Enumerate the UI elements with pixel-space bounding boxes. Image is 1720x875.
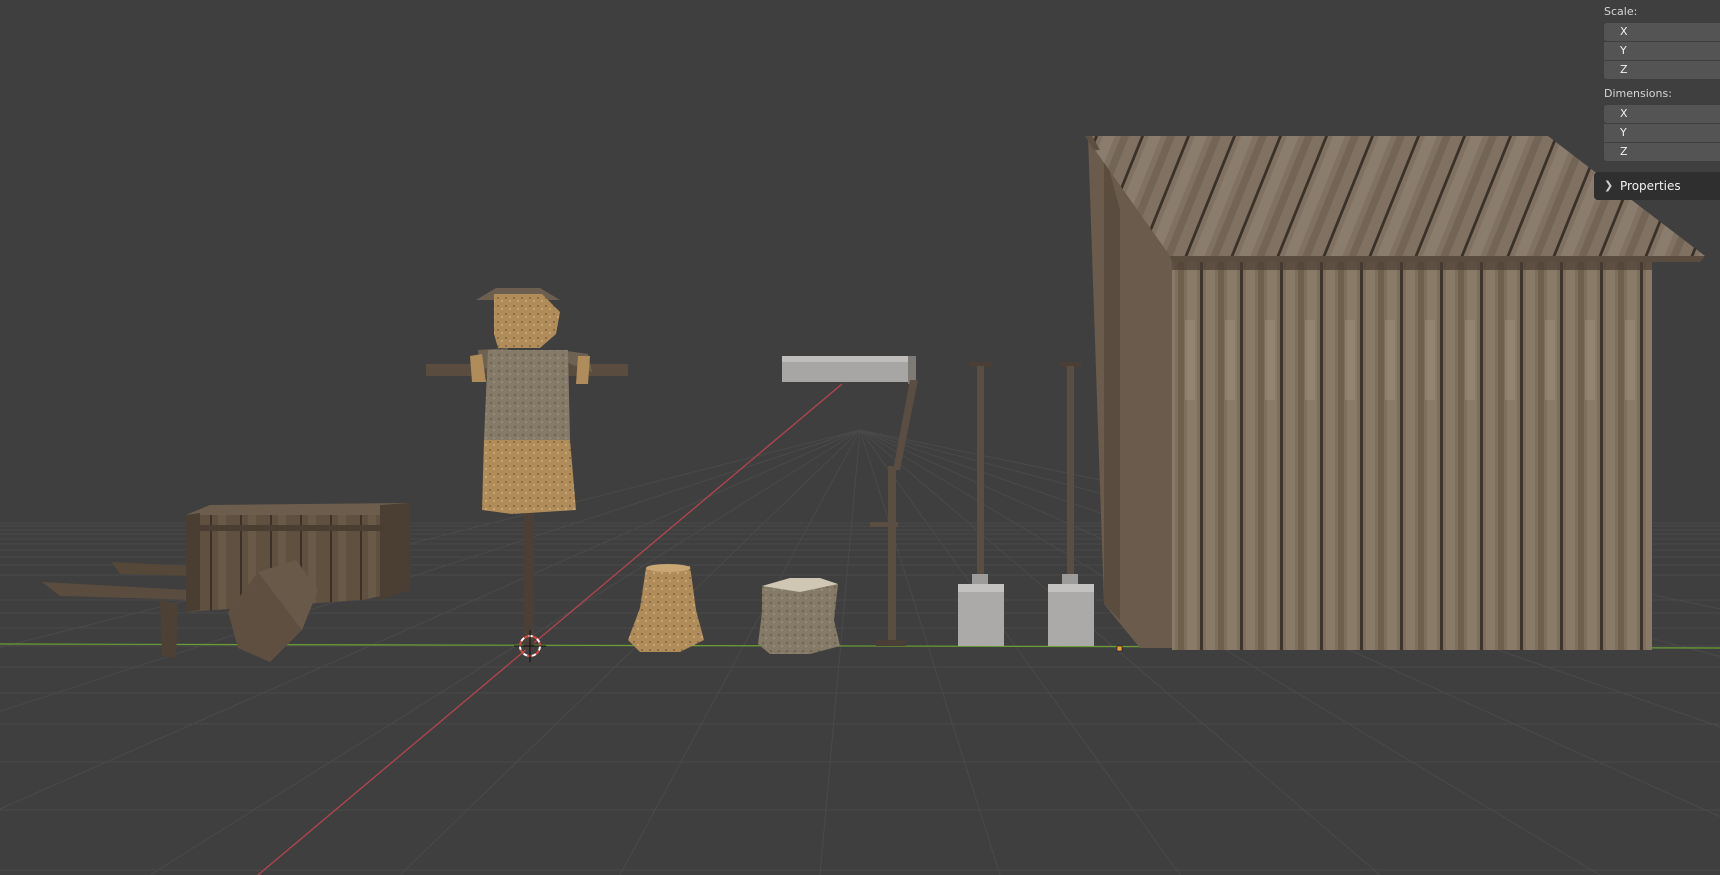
scale-z-field[interactable]: Z	[1604, 61, 1720, 79]
grain-sack-small[interactable]	[628, 564, 704, 652]
shovel-right[interactable]	[1048, 362, 1094, 646]
wooden-shed[interactable]	[1085, 136, 1705, 650]
dimensions-label: Dimensions:	[1604, 87, 1672, 100]
object-origin[interactable]	[1116, 645, 1123, 652]
3d-viewport[interactable]	[0, 0, 1720, 875]
properties-label: Properties	[1620, 179, 1681, 193]
shovel-left[interactable]	[958, 362, 1004, 646]
chevron-right-icon: ❯	[1604, 179, 1614, 192]
sidebar-n-panel: Scale: X Y Z Dimensions: X Y Z ❯ Propert…	[1594, 0, 1720, 210]
scale-x-field[interactable]: X	[1604, 23, 1720, 41]
wheelbarrow[interactable]	[42, 503, 410, 662]
grain-sack-open[interactable]	[758, 578, 840, 654]
scarecrow[interactable]	[426, 288, 628, 650]
3d-cursor-icon[interactable]	[514, 630, 546, 662]
dimensions-z-field[interactable]: Z	[1604, 143, 1720, 161]
scale-y-field[interactable]: Y	[1604, 42, 1720, 60]
dimensions-x-field[interactable]: X	[1604, 105, 1720, 123]
properties-panel-header[interactable]: ❯ Properties	[1594, 172, 1720, 200]
scale-label: Scale:	[1604, 5, 1638, 18]
dimensions-y-field[interactable]: Y	[1604, 124, 1720, 142]
